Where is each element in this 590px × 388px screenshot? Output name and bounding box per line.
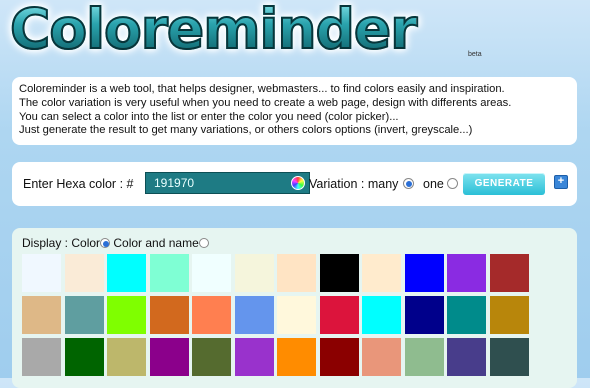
color-swatch[interactable]	[22, 296, 61, 334]
color-swatch[interactable]	[404, 296, 444, 334]
color-swatch[interactable]	[319, 338, 359, 376]
color-swatch[interactable]	[107, 254, 146, 292]
color-swatch[interactable]	[447, 338, 486, 376]
color-swatch[interactable]	[22, 254, 61, 292]
variation-label: Variation : many	[309, 177, 399, 191]
color-swatch[interactable]	[149, 338, 189, 376]
color-picker-icon[interactable]	[291, 176, 305, 190]
variation-many-radio[interactable]	[403, 178, 414, 189]
color-swatch[interactable]	[64, 296, 104, 334]
plus-icon[interactable]: +	[554, 175, 568, 189]
color-swatch[interactable]	[234, 296, 274, 334]
description-line: Coloreminder is a web tool, that helps d…	[19, 83, 505, 95]
display-name-label: Color and name	[113, 236, 199, 250]
variation-one-label: one	[423, 177, 444, 191]
display-options: Display : Color Color and name	[22, 236, 209, 250]
description-panel: Coloreminder is a web tool, that helps d…	[12, 77, 577, 145]
color-swatch[interactable]	[22, 338, 61, 376]
hex-value: 191970	[154, 176, 195, 190]
hex-input[interactable]: 191970	[145, 172, 310, 194]
generate-button[interactable]: GENERATE	[463, 173, 545, 195]
color-swatch[interactable]	[277, 296, 316, 334]
color-swatch[interactable]	[277, 338, 316, 376]
color-swatch[interactable]	[447, 296, 486, 334]
color-grid-panel: Display : Color Color and name	[12, 228, 577, 388]
display-color-radio[interactable]	[100, 238, 111, 248]
color-swatch[interactable]	[362, 254, 401, 292]
color-swatch[interactable]	[489, 296, 529, 334]
color-swatch[interactable]	[489, 338, 529, 376]
color-swatch[interactable]	[362, 338, 401, 376]
color-swatch[interactable]	[64, 338, 104, 376]
color-swatch[interactable]	[362, 296, 401, 334]
variation-one-radio[interactable]	[447, 178, 458, 189]
color-swatch[interactable]	[234, 338, 274, 376]
color-swatch[interactable]	[192, 296, 231, 334]
color-swatch[interactable]	[234, 254, 274, 292]
color-swatch[interactable]	[447, 254, 486, 292]
display-name-radio[interactable]	[198, 238, 209, 248]
beta-label: beta	[468, 51, 482, 58]
color-swatch[interactable]	[149, 296, 189, 334]
color-swatch[interactable]	[64, 254, 104, 292]
color-swatch[interactable]	[107, 338, 146, 376]
color-swatch[interactable]	[277, 254, 316, 292]
color-swatch[interactable]	[149, 254, 189, 292]
description-line: You can select a color into the list or …	[19, 110, 399, 123]
description-text: Coloreminder is a web tool, that helps d…	[12, 77, 577, 138]
color-swatch[interactable]	[404, 338, 444, 376]
hex-label: Enter Hexa color : #	[23, 177, 134, 191]
color-swatch[interactable]	[107, 296, 146, 334]
logo: Coloreminder	[9, 0, 418, 61]
description-line: Just generate the result to get many var…	[19, 124, 473, 137]
color-swatch[interactable]	[489, 254, 529, 292]
color-form: Enter Hexa color : # 191970 Variation : …	[12, 162, 577, 206]
display-color-label: Display : Color	[22, 236, 101, 250]
color-swatch[interactable]	[404, 254, 444, 292]
color-swatch[interactable]	[192, 338, 231, 376]
color-swatch[interactable]	[192, 254, 231, 292]
color-swatch[interactable]	[319, 254, 359, 292]
color-swatch[interactable]	[319, 296, 359, 334]
description-line: The color variation is very useful when …	[19, 96, 512, 109]
